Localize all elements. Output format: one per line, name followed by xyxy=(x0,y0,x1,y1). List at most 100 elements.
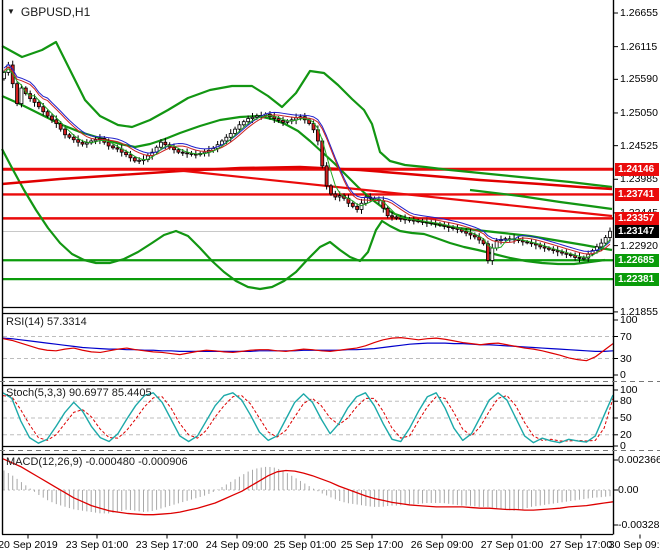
candle-body xyxy=(133,158,136,161)
candle-body xyxy=(59,124,62,130)
candle-body xyxy=(129,155,132,158)
candle-body xyxy=(68,135,71,137)
candle-body xyxy=(356,206,359,209)
stoch-axis-label: 20 xyxy=(620,429,632,441)
candle-body xyxy=(399,218,402,219)
time-axis-label: 25 Sep 01:00 xyxy=(274,539,336,551)
candle-body xyxy=(50,116,53,120)
fast-ma-red xyxy=(4,67,610,254)
candle-body xyxy=(125,152,128,154)
candle-body xyxy=(116,148,119,149)
candle-body xyxy=(238,125,241,129)
stoch-axis-label: 100 xyxy=(620,384,638,396)
time-axis-label: 23 Sep 01:00 xyxy=(66,539,128,551)
candle-body xyxy=(338,196,341,197)
stochastic-indicator-label: Stoch(5,3,3) 90.6977 85.4405 xyxy=(6,387,152,399)
candle-body xyxy=(234,129,237,133)
candle-body xyxy=(173,147,176,149)
candle-body xyxy=(242,122,245,125)
candle-body xyxy=(85,143,88,144)
bollinger-secondary-band xyxy=(470,190,612,209)
time-axis-label: 27 Sep 17:00 xyxy=(550,539,612,551)
candle-body xyxy=(111,146,114,148)
rsi-axis-label: 70 xyxy=(620,331,632,343)
candle-body xyxy=(16,84,19,104)
candle-body xyxy=(351,203,354,206)
candle-body xyxy=(282,120,285,122)
candle-body xyxy=(164,142,167,144)
candle-body xyxy=(604,238,607,244)
candle-body xyxy=(600,243,603,247)
candle-body xyxy=(325,166,328,186)
time-axis-label: 25 Sep 17:00 xyxy=(341,539,403,551)
rsi-axis-label: 30 xyxy=(620,353,632,365)
descending-trendline xyxy=(175,170,612,216)
price-tick-label: 1.26115 xyxy=(620,41,657,53)
price-tick-label: 1.26655 xyxy=(620,7,658,19)
resistance-price-tag: 1.24146 xyxy=(615,163,659,176)
price-tick-label: 1.22920 xyxy=(620,240,658,252)
candle-body xyxy=(395,217,398,218)
candle-body xyxy=(46,112,49,116)
time-axis-label: 24 Sep 09:00 xyxy=(206,539,268,551)
candle-body xyxy=(473,235,476,237)
candle-body xyxy=(547,248,550,249)
candle-body xyxy=(334,194,337,197)
candle-body xyxy=(391,216,394,217)
time-axis-label: 23 Sep 17:00 xyxy=(136,539,198,551)
chart-canvas[interactable] xyxy=(0,0,660,560)
fast-ma-blue xyxy=(4,64,610,251)
candle-body xyxy=(33,99,36,103)
time-axis-label: 20 Sep 2019 xyxy=(0,539,58,551)
chevron-down-icon[interactable]: ▼ xyxy=(7,7,15,16)
rsi-indicator-label: RSI(14) 57.3314 xyxy=(6,316,87,328)
candle-body xyxy=(42,107,45,112)
candle-body xyxy=(20,88,23,104)
candle-body xyxy=(247,119,250,122)
rsi-main-line xyxy=(3,338,613,361)
macd-indicator-label: MACD(12,26,9) -0.000480 -0.000906 xyxy=(6,456,188,468)
price-tick-label: 1.25590 xyxy=(620,73,658,85)
support-price-tag: 1.22685 xyxy=(615,254,659,267)
candle-body xyxy=(465,231,468,233)
candle-body xyxy=(81,142,84,144)
bollinger-upper-band xyxy=(2,42,612,187)
candle-body xyxy=(578,257,581,258)
candle-body xyxy=(452,228,455,229)
candle-body xyxy=(94,140,97,141)
candle-body xyxy=(177,150,180,152)
price-tick-label: 1.24525 xyxy=(620,140,658,152)
candle-body xyxy=(55,120,58,124)
macd-axis-label: 0.002366 xyxy=(618,454,660,466)
macd-axis-label: 0.00 xyxy=(618,484,638,496)
macd-axis-label: -0.003285 xyxy=(618,519,660,531)
candle-body xyxy=(37,102,40,106)
candle-body xyxy=(225,137,228,141)
candle-body xyxy=(582,258,585,259)
candle-body xyxy=(491,248,494,260)
time-axis-label: 30 Sep 09:00 xyxy=(609,539,660,551)
candle-body xyxy=(277,119,280,121)
candle-body xyxy=(447,226,450,227)
candle-body xyxy=(526,242,529,243)
candle-body xyxy=(181,152,184,153)
symbol-label: GBPUSD,H1 xyxy=(21,5,90,19)
stoch-axis-label: 80 xyxy=(620,395,632,407)
resistance-price-tag: 1.23357 xyxy=(615,212,659,225)
candle-body xyxy=(251,117,254,118)
support-price-tag: 1.22381 xyxy=(615,273,659,286)
candle-body xyxy=(543,247,546,248)
stoch-axis-label: 0 xyxy=(620,440,626,452)
stoch-axis-label: 50 xyxy=(620,412,632,424)
candle-body xyxy=(138,160,141,161)
candle-body xyxy=(386,208,389,215)
candle-body xyxy=(255,116,258,117)
candle-body xyxy=(107,142,110,146)
price-tick-label: 1.25050 xyxy=(620,107,658,119)
candle-body xyxy=(609,231,612,237)
symbol-selector[interactable]: ▼ GBPUSD,H1 xyxy=(7,5,90,19)
candle-body xyxy=(286,121,289,122)
candle-body xyxy=(64,129,67,135)
candle-body xyxy=(72,137,75,139)
candle-body xyxy=(469,233,472,235)
